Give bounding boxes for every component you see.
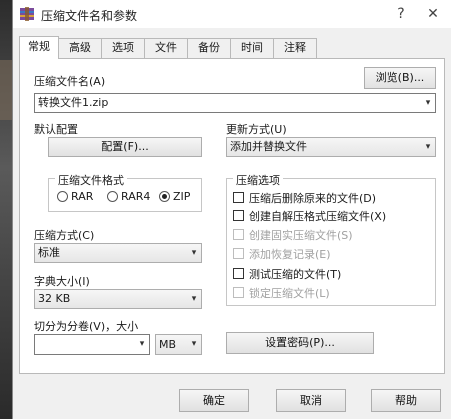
set-password-button[interactable]: 设置密码(P)... [226, 332, 374, 354]
archive-format-title: 压缩文件格式 [55, 172, 127, 188]
window-title: 压缩文件名和参数 [41, 9, 138, 23]
create-sfx-label[interactable]: 创建自解压格式压缩文件(X) [249, 208, 386, 224]
tab-backup[interactable]: 备份 [187, 38, 231, 58]
ok-button[interactable]: 确定 [179, 389, 249, 412]
dictionary-size-label: 字典大小(I) [34, 275, 90, 288]
lock-archive-checkbox [233, 287, 244, 298]
archiving-options-group: 压缩选项 压缩后删除原来的文件(D) 创建自解压格式压缩文件(X) 创建固实压缩… [226, 172, 436, 306]
format-rar4-label: RAR4 [121, 190, 151, 203]
archiving-options-title: 压缩选项 [233, 172, 283, 188]
test-archive-label[interactable]: 测试压缩的文件(T) [249, 266, 341, 282]
update-mode-label: 更新方式(U) [226, 123, 287, 136]
format-zip-radio[interactable] [159, 191, 170, 202]
chevron-down-icon[interactable]: ▾ [187, 335, 201, 354]
dictionary-size-select[interactable]: 32 KB ▾ [34, 289, 202, 309]
solid-archive-checkbox [233, 229, 244, 240]
dictionary-size-value: 32 KB [38, 292, 71, 305]
archive-parameters-dialog: 压缩文件名和参数 ? ✕ 常规 高级 选项 文件 备份 时间 注释 压缩文件名(… [12, 0, 451, 419]
split-volumes-label: 切分为分卷(V)，大小 [34, 320, 139, 333]
tab-files[interactable]: 文件 [144, 38, 188, 58]
compression-method-value: 标准 [38, 246, 60, 259]
chevron-down-icon[interactable]: ▾ [187, 244, 201, 262]
help-question-button[interactable]: ? [389, 4, 413, 24]
update-mode-select[interactable]: 添加并替换文件 ▾ [226, 137, 436, 157]
general-tab-panel: 压缩文件名(A) 浏览(B)... 转换文件1.zip ▾ 默认配置 配置(F)… [19, 58, 445, 374]
chevron-down-icon[interactable]: ▾ [421, 94, 435, 112]
format-zip-label: ZIP [173, 190, 191, 203]
tab-options[interactable]: 选项 [101, 38, 145, 58]
tab-general[interactable]: 常规 [19, 36, 59, 59]
archive-format-group: 压缩文件格式 RAR RAR4 ZIP [48, 172, 202, 212]
format-rar-radio[interactable] [57, 191, 68, 202]
delete-after-checkbox[interactable] [233, 192, 244, 203]
tab-advanced[interactable]: 高级 [58, 38, 102, 58]
split-unit-select[interactable]: MB ▾ [155, 334, 202, 355]
archive-name-value: 转换文件1.zip [38, 96, 109, 109]
split-size-combo[interactable]: ▾ [34, 334, 150, 355]
help-button[interactable]: 帮助 [371, 389, 441, 412]
winrar-archive-icon [20, 7, 34, 21]
profiles-button[interactable]: 配置(F)... [48, 137, 202, 157]
update-mode-value: 添加并替换文件 [230, 140, 307, 153]
recovery-record-checkbox [233, 248, 244, 259]
compression-method-select[interactable]: 标准 ▾ [34, 243, 202, 263]
cancel-button[interactable]: 取消 [276, 389, 346, 412]
archive-name-label: 压缩文件名(A) [34, 75, 106, 88]
default-profile-label: 默认配置 [34, 123, 78, 136]
browse-button[interactable]: 浏览(B)... [364, 67, 436, 89]
test-archive-checkbox[interactable] [233, 268, 244, 279]
delete-after-label[interactable]: 压缩后删除原来的文件(D) [249, 190, 376, 206]
archive-name-combo[interactable]: 转换文件1.zip ▾ [34, 93, 436, 113]
lock-archive-label: 锁定压缩文件(L) [249, 287, 330, 300]
format-rar4-radio[interactable] [107, 191, 118, 202]
compression-method-label: 压缩方式(C) [34, 229, 95, 242]
chevron-down-icon[interactable]: ▾ [421, 138, 435, 156]
title-bar: 压缩文件名和参数 ? ✕ [13, 0, 451, 28]
recovery-record-label: 添加恢复记录(E) [249, 248, 331, 261]
chevron-down-icon[interactable]: ▾ [187, 290, 201, 308]
create-sfx-checkbox[interactable] [233, 210, 244, 221]
chevron-down-icon[interactable]: ▾ [135, 335, 149, 354]
split-unit-value: MB [159, 338, 177, 351]
close-button[interactable]: ✕ [421, 4, 445, 24]
solid-archive-label: 创建固实压缩文件(S) [249, 229, 353, 242]
tab-time[interactable]: 时间 [230, 38, 274, 58]
format-rar-label: RAR [71, 190, 94, 203]
tab-comment[interactable]: 注释 [273, 38, 317, 58]
